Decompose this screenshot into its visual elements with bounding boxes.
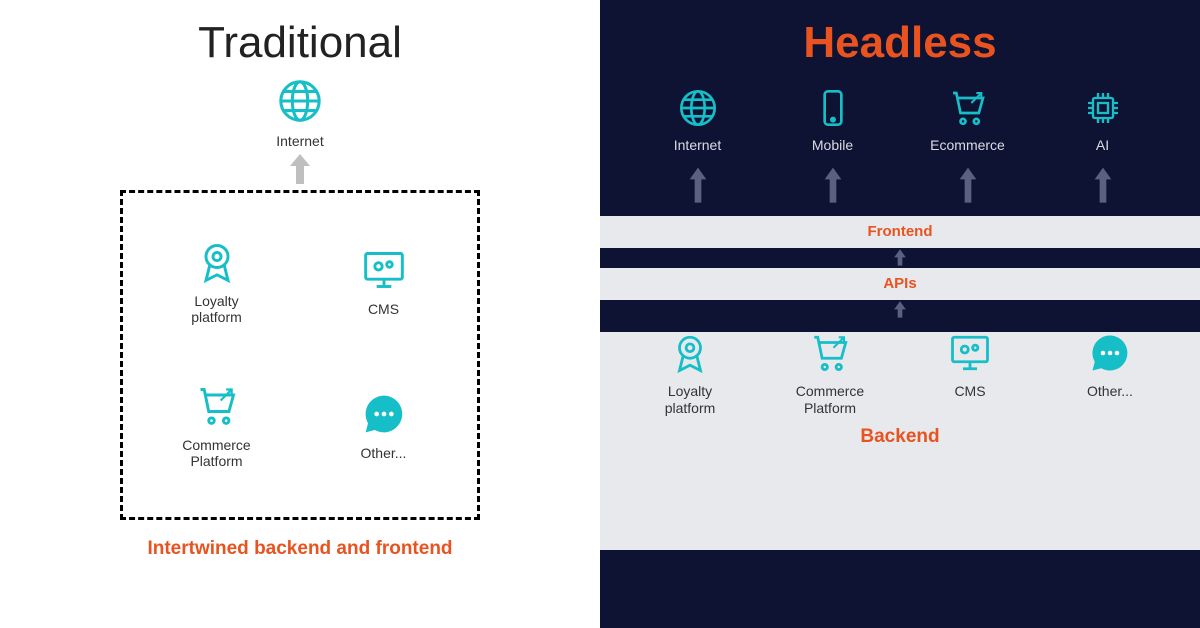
loyalty-cell: Loyalty platform xyxy=(133,211,300,355)
frontend-strip: Frontend xyxy=(600,216,1200,248)
internet-block: Internet xyxy=(0,78,600,150)
channel-row: Internet Mobile Ecommerce xyxy=(630,88,1170,154)
mobile-icon xyxy=(813,88,853,133)
traditional-title: Traditional xyxy=(0,0,600,68)
backend-other: Other... xyxy=(1055,332,1165,417)
headless-panel: Headless Internet Mobile xyxy=(600,0,1200,628)
internet-label: Internet xyxy=(276,133,323,150)
commerce-label: Commerce Platform xyxy=(172,437,262,471)
cart-icon xyxy=(809,332,851,379)
commerce-cell: Commerce Platform xyxy=(133,355,300,499)
channel-ecommerce: Ecommerce xyxy=(918,88,1018,154)
badge-icon xyxy=(195,240,239,289)
channel-mobile: Mobile xyxy=(783,88,883,154)
traditional-footer: Intertwined backend and frontend xyxy=(0,538,600,560)
channel-ai: AI xyxy=(1053,88,1153,154)
channel-internet: Internet xyxy=(648,88,748,154)
globe-icon xyxy=(277,78,323,129)
arrow-strip-2 xyxy=(600,300,1200,320)
badge-icon xyxy=(669,332,711,379)
backend-commerce: Commerce Platform xyxy=(775,332,885,417)
arrow-strip-1 xyxy=(600,248,1200,268)
apis-label: APIs xyxy=(883,275,916,292)
channel-internet-label: Internet xyxy=(674,137,721,154)
other-label: Other... xyxy=(361,445,407,462)
other-cell: Other... xyxy=(300,355,467,499)
headless-title: Headless xyxy=(600,0,1200,68)
backend-row: Loyalty platform Commerce Platform xyxy=(620,332,1180,417)
backend-other-label: Other... xyxy=(1087,383,1133,400)
channel-ai-label: AI xyxy=(1096,137,1109,154)
cart-icon xyxy=(195,384,239,433)
backend-cms-label: CMS xyxy=(954,383,985,400)
backend-cms: CMS xyxy=(915,332,1025,417)
channel-ecommerce-label: Ecommerce xyxy=(930,137,1005,154)
monitor-gears-icon xyxy=(949,332,991,379)
cms-label: CMS xyxy=(368,301,399,318)
backend-label: Backend xyxy=(600,426,1200,448)
backend-loyalty-label: Loyalty platform xyxy=(650,383,730,417)
monitor-gears-icon xyxy=(362,248,406,297)
loyalty-label: Loyalty platform xyxy=(177,293,257,327)
backend-commerce-label: Commerce Platform xyxy=(785,383,875,417)
channel-mobile-label: Mobile xyxy=(812,137,853,154)
chat-dots-icon xyxy=(362,392,406,441)
monolith-box: Loyalty platform CMS Commerce Platform xyxy=(120,190,480,520)
apis-strip: APIs xyxy=(600,268,1200,300)
backend-loyalty: Loyalty platform xyxy=(635,332,745,417)
cart-icon xyxy=(948,88,988,133)
up-arrow-icon xyxy=(0,154,600,186)
globe-icon xyxy=(678,88,718,133)
traditional-panel: Traditional Internet Loyalty platform xyxy=(0,0,600,628)
frontend-label: Frontend xyxy=(868,223,933,240)
chip-icon xyxy=(1083,88,1123,133)
chat-dots-icon xyxy=(1089,332,1131,379)
backend-panel: Loyalty platform Commerce Platform xyxy=(600,332,1200,550)
cms-cell: CMS xyxy=(300,211,467,355)
channel-arrows xyxy=(630,166,1170,206)
